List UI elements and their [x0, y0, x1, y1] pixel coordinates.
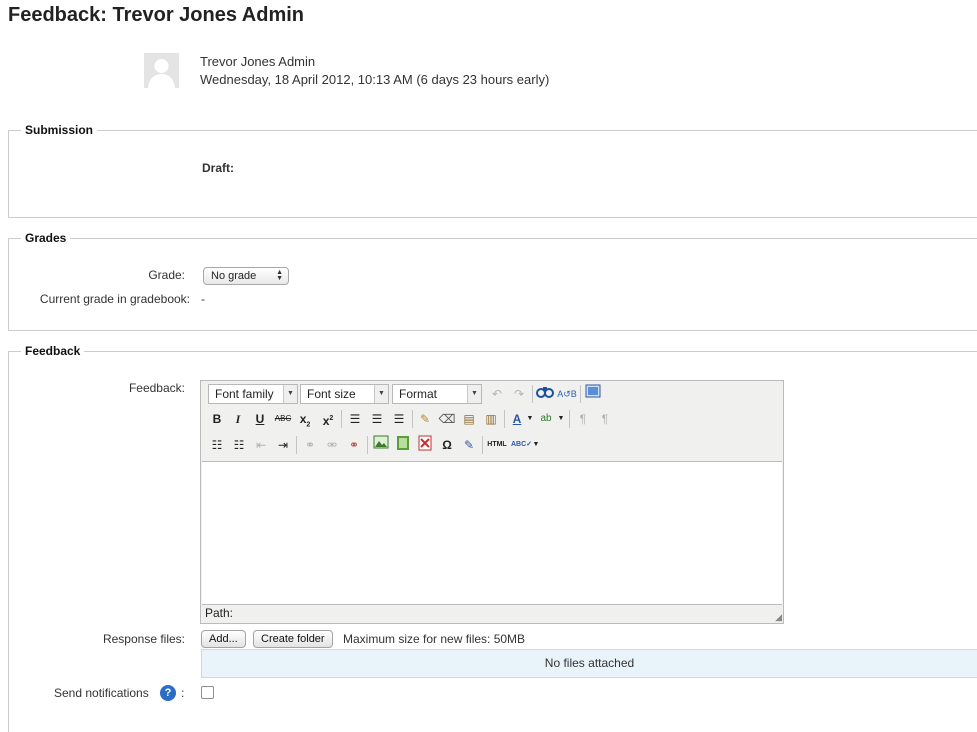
numbered-list-icon[interactable]: ☷ — [229, 435, 249, 455]
toolbar-separator — [296, 436, 297, 454]
nolink-icon[interactable]: ⚭ — [344, 435, 364, 455]
paste-text-icon[interactable]: ▤ — [459, 409, 479, 429]
toolbar-separator — [412, 410, 413, 428]
align-center-icon[interactable]: ☰ — [367, 409, 387, 429]
superscript-icon[interactable]: x2 — [318, 409, 338, 429]
edit-icon[interactable]: ✎ — [459, 435, 479, 455]
strikethrough-icon[interactable]: ABC — [273, 409, 293, 429]
font-family-select[interactable]: Font family ▼ — [208, 384, 298, 404]
create-folder-button[interactable]: Create folder — [253, 630, 333, 648]
italic-icon[interactable]: I — [228, 409, 248, 429]
send-notifications-label: Send notifications — [54, 686, 149, 700]
editor-path-label: Path: — [205, 606, 234, 620]
chevron-down-icon[interactable]: ▼ — [556, 409, 566, 429]
rtl-icon[interactable]: ¶ — [595, 409, 615, 429]
format-select[interactable]: Format ▼ — [392, 384, 482, 404]
toolbar-separator — [532, 385, 533, 403]
dropdown-arrow-icon: ▼ — [467, 385, 481, 403]
align-left-icon[interactable]: ☰ — [345, 409, 365, 429]
current-grade-value: - — [201, 292, 205, 306]
submission-section: Submission Draft: — [8, 123, 977, 218]
no-files-text: No files attached — [544, 656, 635, 670]
dropdown-arrow-icon: ▼ — [374, 385, 388, 403]
feedback-label: Feedback: — [128, 381, 185, 395]
html-source-icon[interactable]: HTML — [485, 435, 509, 455]
toolbar-row-1: Font family ▼ Font size ▼ Format ▼ ↶ ↷ A… — [205, 384, 781, 406]
fullscreen-icon[interactable] — [583, 384, 603, 404]
chevron-down-icon[interactable]: ▼ — [525, 409, 535, 429]
label-colon: : — [181, 686, 185, 700]
align-right-icon[interactable]: ☰ — [389, 409, 409, 429]
add-file-button[interactable]: Add... — [201, 630, 246, 648]
feedback-legend: Feedback — [21, 344, 85, 358]
underline-icon[interactable]: U — [250, 409, 270, 429]
font-size-select[interactable]: Font size ▼ — [300, 384, 389, 404]
grades-section: Grades — [8, 231, 977, 331]
eraser-icon[interactable]: ⌫ — [437, 409, 457, 429]
spellcheck-icon[interactable]: ABC✓ — [511, 435, 532, 455]
grade-select-value: No grade — [211, 270, 257, 282]
max-size-text: Maximum size for new files: 50MB — [343, 632, 526, 646]
feedback-editor: Font family ▼ Font size ▼ Format ▼ ↶ ↷ A… — [200, 380, 784, 624]
user-name[interactable]: Trevor Jones Admin — [200, 54, 315, 69]
undo-icon[interactable]: ↶ — [487, 384, 507, 404]
search-icon[interactable] — [535, 384, 555, 404]
current-grade-label: Current grade in gradebook: — [39, 292, 190, 306]
chevron-down-icon[interactable]: ▼ — [531, 435, 541, 455]
paste-word-icon[interactable]: ▥ — [481, 409, 501, 429]
page-title: Feedback: Trevor Jones Admin — [8, 4, 305, 26]
editor-content-area[interactable] — [202, 461, 782, 605]
link-icon[interactable]: ⚭ — [300, 435, 320, 455]
ltr-icon[interactable]: ¶ — [573, 409, 593, 429]
replace-icon[interactable]: A↺B — [557, 384, 577, 404]
dropdown-arrow-icon: ▼ — [283, 385, 297, 403]
text-color-icon[interactable]: A — [507, 409, 527, 429]
toolbar-separator — [341, 410, 342, 428]
unlink-icon[interactable]: ⚮ — [322, 435, 342, 455]
grade-select[interactable]: No grade ▲ ▼ — [203, 267, 289, 285]
send-notifications-checkbox[interactable] — [201, 686, 214, 699]
avatar — [144, 53, 179, 88]
toolbar-separator — [580, 385, 581, 403]
response-files-label: Response files: — [102, 632, 185, 646]
subscript-icon[interactable]: x2 — [295, 409, 315, 429]
indent-icon[interactable]: ⇥ — [273, 435, 293, 455]
background-color-icon[interactable]: ab — [536, 409, 556, 429]
redo-icon[interactable]: ↷ — [509, 384, 529, 404]
files-dropzone[interactable]: No files attached — [201, 649, 977, 678]
cleanup-brush-icon[interactable]: ✎ — [415, 409, 435, 429]
pdf-icon[interactable] — [415, 435, 435, 455]
draft-label: Draft: — [202, 161, 234, 175]
toolbar-separator — [504, 410, 505, 428]
toolbar-separator — [367, 436, 368, 454]
toolbar-row-2: B I U ABC x2 x2 ☰ ☰ ☰ ✎ ⌫ ▤ ▥ A ▼ ab ▼ ¶… — [205, 409, 781, 431]
media-icon[interactable] — [393, 435, 413, 455]
grades-legend: Grades — [21, 231, 71, 245]
submission-date: Wednesday, 18 April 2012, 10:13 AM (6 da… — [200, 72, 550, 87]
bold-icon[interactable]: B — [207, 409, 227, 429]
resize-handle-icon[interactable]: ◢ — [772, 612, 782, 622]
font-size-label: Font size — [307, 387, 356, 401]
outdent-icon[interactable]: ⇤ — [251, 435, 271, 455]
toolbar-row-3: ☷ ☷ ⇤ ⇥ ⚭ ⚮ ⚭ Ω ✎ HTML ABC✓ ▼ — [205, 435, 781, 457]
select-arrows-icon: ▲ ▼ — [276, 269, 283, 282]
font-family-label: Font family — [215, 387, 274, 401]
special-character-icon[interactable]: Ω — [437, 435, 457, 455]
image-icon[interactable] — [371, 435, 391, 455]
toolbar-separator — [569, 410, 570, 428]
toolbar-separator — [482, 436, 483, 454]
grade-label: Grade: — [148, 268, 185, 282]
format-label: Format — [399, 387, 438, 401]
bullet-list-icon[interactable]: ☷ — [207, 435, 227, 455]
help-icon[interactable]: ? — [160, 685, 176, 701]
submission-legend: Submission — [21, 123, 98, 137]
